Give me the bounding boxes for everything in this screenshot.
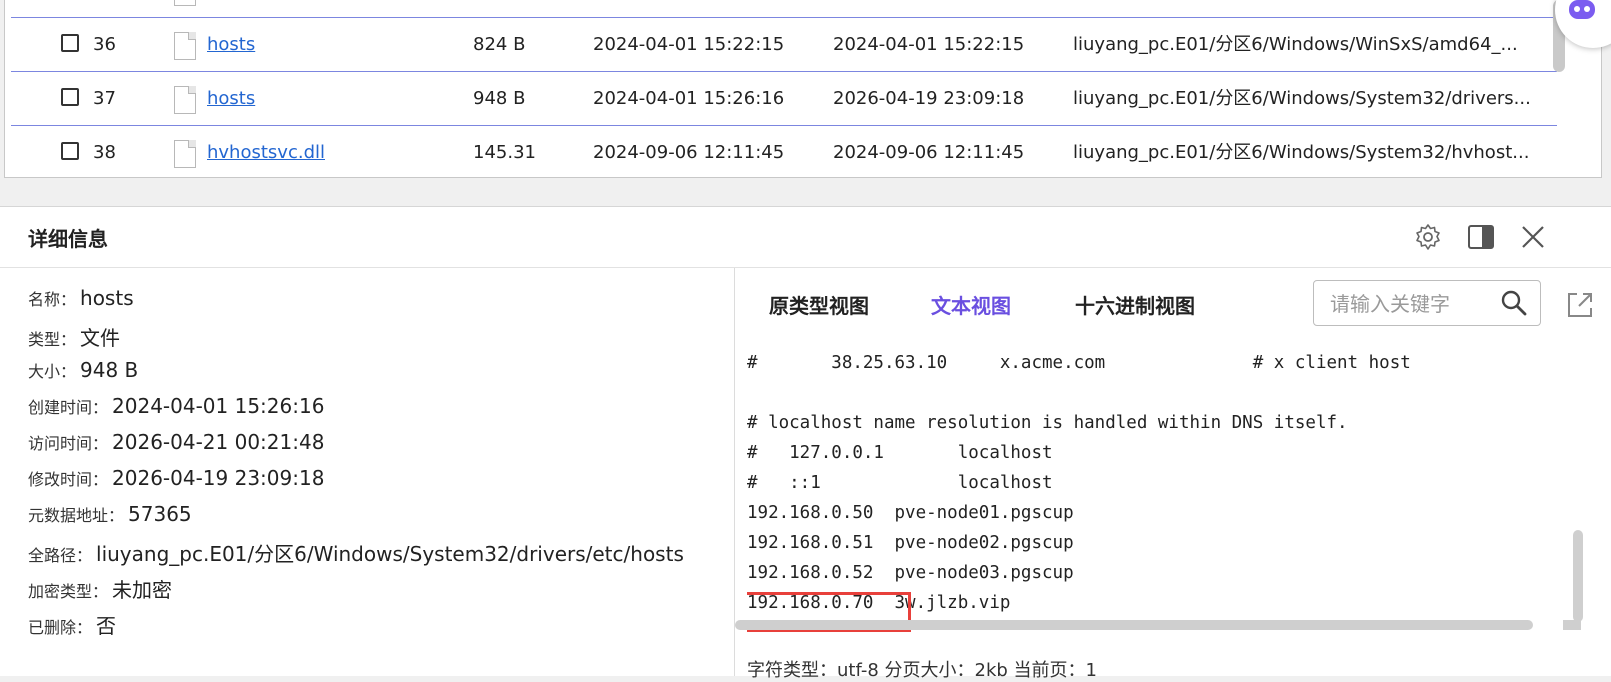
text-line: 192.168.0.52 pve-node03.pgscup: [747, 563, 1074, 583]
file-icon: [174, 32, 196, 60]
prop-value: liuyang_pc.E01/分区6/Windows/System32/driv…: [96, 542, 684, 566]
file-path: liuyang_pc.E01/分区6/Windows/System32/hvho…: [1073, 142, 1530, 163]
prop-created: 创建时间： 2024-04-01 15:26:16: [28, 394, 324, 418]
row-number: 37: [93, 88, 116, 109]
detail-header: 详细信息: [0, 207, 1611, 268]
prop-encryption: 加密类型： 未加密: [28, 574, 172, 603]
prop-metadata-address: 元数据地址： 57365: [28, 502, 192, 526]
prop-label: 类型：: [28, 330, 77, 349]
prop-label: 创建时间：: [28, 398, 109, 417]
tab-text-view[interactable]: 文本视图: [931, 290, 1011, 319]
created-time: 2024-04-01 15:26:16: [593, 88, 785, 109]
file-icon: [174, 86, 196, 114]
text-line: # ::1 localhost: [747, 473, 1053, 493]
file-icon: [174, 0, 196, 6]
text-vertical-scrollbar[interactable]: [1573, 530, 1583, 622]
prop-value: 未加密: [112, 578, 173, 602]
file-name-link[interactable]: hvhostsvc.dll: [207, 126, 325, 177]
file-table: 35 appnostsvc.dll liuyang_pc.E01/分区6/Win…: [4, 0, 1602, 178]
prop-label: 已删除：: [28, 618, 93, 637]
table-row[interactable]: 37 hosts 948 B 2024-04-01 15:26:16 2026-…: [11, 72, 1557, 126]
created-time: 2024-09-06 12:11:45: [593, 142, 785, 163]
content-viewer: 原类型视图 文本视图 十六进制视图 # 38.25.63.10 x.acme.c…: [735, 268, 1611, 681]
prop-type: 类型： 文件: [28, 322, 120, 351]
file-name-link[interactable]: appnostsvc.dll: [207, 0, 337, 17]
prop-accessed: 访问时间： 2026-04-21 00:21:48: [28, 430, 324, 454]
prop-name: 名称： hosts: [28, 286, 134, 310]
file-icon: [174, 140, 196, 168]
text-line: # 38.25.63.10 x.acme.com # x client host: [747, 353, 1411, 373]
prop-value: 2026-04-19 23:09:18: [112, 466, 325, 490]
text-line: # localhost name resolution is handled w…: [747, 413, 1348, 433]
prop-label: 大小：: [28, 362, 77, 381]
file-name-link[interactable]: hosts: [207, 72, 255, 125]
text-content[interactable]: # 38.25.63.10 x.acme.com # x client host…: [747, 348, 1567, 638]
modified-time: 2024-09-06 12:11:45: [833, 142, 1025, 163]
row-checkbox[interactable]: [61, 34, 79, 52]
created-time: 2024-04-01 15:22:15: [593, 34, 785, 55]
split-panel-icon[interactable]: [1467, 223, 1495, 251]
row-checkbox[interactable]: [61, 142, 79, 160]
prop-deleted: 已删除：否: [28, 610, 116, 639]
prop-value: 948 B: [80, 358, 139, 382]
search-input[interactable]: [1328, 289, 1492, 319]
file-path: liuyang_pc.E01/分区6/Windows/System32/driv…: [1073, 88, 1531, 109]
row-checkbox[interactable]: [61, 88, 79, 106]
table-row[interactable]: 36 hosts 824 B 2024-04-01 15:22:15 2024-…: [11, 18, 1557, 72]
modified-time: 2024-04-01 15:22:15: [833, 34, 1025, 55]
file-size: 145.31: [473, 142, 536, 163]
panel-title: 详细信息: [28, 227, 108, 251]
prop-label: 元数据地址：: [28, 506, 125, 525]
viewer-status: 字符类型：utf-8 分页大小：2kb 当前页：1: [747, 660, 1097, 681]
file-size: 948 B: [473, 88, 526, 109]
robot-icon: [1569, 0, 1595, 19]
gear-icon[interactable]: [1414, 223, 1442, 251]
prop-label: 名称：: [28, 290, 77, 309]
prop-value: 文件: [80, 326, 121, 350]
row-number: 35: [93, 0, 116, 17]
close-icon[interactable]: [1519, 223, 1547, 251]
search-icon[interactable]: [1500, 289, 1528, 317]
external-link-icon[interactable]: [1565, 290, 1595, 320]
properties-list: 名称： hosts 类型： 文件 大小： 948 B 创建时间： 2024-04-01 …: [0, 268, 735, 676]
prop-size: 大小： 948 B: [28, 358, 138, 382]
row-number: 38: [93, 142, 116, 163]
prop-value: 2026-04-21 00:21:48: [112, 430, 325, 454]
prop-label: 全路径：: [28, 546, 93, 565]
file-path: liuyang_pc.E01/分区6/Windows/WinSxS/amd64_…: [1073, 0, 1518, 17]
file-path: liuyang_pc.E01/分区6/Windows/WinSxS/amd64_…: [1073, 34, 1518, 55]
table-row[interactable]: 35 appnostsvc.dll liuyang_pc.E01/分区6/Win…: [11, 0, 1557, 18]
file-size: 824 B: [473, 34, 526, 55]
tab-native-view[interactable]: 原类型视图: [769, 290, 869, 319]
keyword-search[interactable]: [1313, 280, 1541, 326]
prop-modified: 修改时间： 2026-04-19 23:09:18: [28, 466, 324, 490]
prop-label: 加密类型：: [28, 582, 109, 601]
prop-value: 2024-04-01 15:26:16: [112, 394, 325, 418]
prop-value: 否: [96, 614, 117, 638]
text-horizontal-scrollbar[interactable]: [735, 620, 1533, 630]
prop-full-path: 全路径： liuyang_pc.E01/分区6/Windows/System32/…: [28, 538, 684, 567]
modified-time: 2026-04-19 23:09:18: [833, 88, 1025, 109]
text-line: 192.168.0.50 pve-node01.pgscup: [747, 503, 1074, 523]
prop-label: 访问时间：: [28, 434, 109, 453]
file-name-link[interactable]: hosts: [207, 18, 255, 71]
prop-label: 修改时间：: [28, 470, 109, 489]
text-line: # 127.0.0.1 localhost: [747, 443, 1053, 463]
prop-value: hosts: [80, 286, 134, 310]
prop-value: 57365: [128, 502, 192, 526]
row-number: 36: [93, 34, 116, 55]
text-line: 192.168.0.51 pve-node02.pgscup: [747, 533, 1074, 553]
detail-panel: 详细信息 名称： hosts 类型： 文件 大小： 948 B 创建时间： 2024-0…: [0, 206, 1611, 681]
scrollbar-corner: [1563, 620, 1581, 630]
tab-hex-view[interactable]: 十六进制视图: [1075, 290, 1195, 319]
table-row[interactable]: 38 hvhostsvc.dll 145.31 2024-09-06 12:11…: [11, 126, 1557, 177]
